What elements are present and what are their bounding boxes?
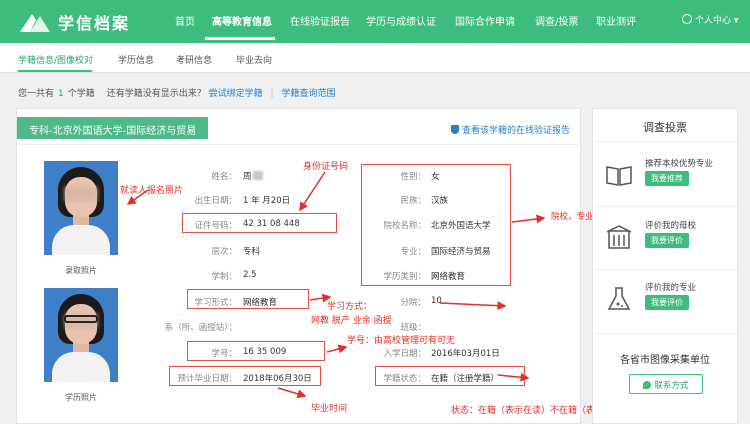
view-verification-report-link[interactable]: 查看该学籍的在线验证报告 [450,123,570,136]
user-icon [682,14,692,24]
nav-survey[interactable]: 调查/投票 [535,13,578,28]
field-value-birthdate: 1 年 月20日 [243,196,291,206]
annotation-student-no: 学号：由高校管理可有可无 [347,336,456,346]
subnav-destination[interactable]: 毕业去向 [236,53,272,66]
summary-suffix: 个学籍 [67,89,95,99]
nav-online-verification[interactable]: 在线验证报告 [290,13,350,28]
sidebar-title: 调查投票 [643,121,687,134]
book-icon [606,166,632,186]
rate-school-button[interactable]: 我要评价 [645,233,689,248]
logo-mark-icon [20,14,50,32]
annotation-box-id [182,213,337,233]
location-icon [643,381,652,389]
summary-question: 还有学籍没有显示出来？ [106,89,206,99]
subnav-student-status[interactable]: 学籍信息/图像校对 [18,53,93,66]
vote-item-rate-major: 评价我的专业 我要评价 [605,279,729,323]
annotation-id-number: 身份证号码 [303,162,349,172]
annotation-photo: 就读人报名照片 [120,186,184,196]
field-value-duration: 2.5 [243,270,257,280]
vote-item-recommend-major: 推荐本校优势专业 我要推荐 [605,155,729,199]
summary-separator: | [270,89,274,99]
field-label-enrollment-date: 入学日期： [383,349,426,359]
contact-button[interactable]: 联系方式 [629,374,703,394]
nav-international[interactable]: 国际合作申请 [455,13,515,28]
building-icon [606,225,632,249]
field-label-duration: 学制： [211,272,237,282]
card-header: 专科-北京外国语大学-国际经济与贸易 查看该学籍的在线验证报告 [17,109,582,145]
summary-count: 1 [58,89,64,99]
top-nav: 学信档案 首页 高等教育信息 在线验证报告 学历与成绩认证 国际合作申请 调查/… [0,0,750,43]
subnav-degree-info[interactable]: 学历信息 [118,53,154,66]
vote-item-rate-school: 评价我的母校 我要评价 [605,217,729,261]
nav-degree-certification[interactable]: 学历与成绩认证 [366,13,436,28]
field-label-birthdate: 出生日期： [194,196,237,206]
user-center-menu[interactable]: 个人中心 ▾ [682,13,738,26]
brand-name: 学信档案 [58,14,131,33]
annotation-box-status [375,366,525,386]
field-value-level: 专科 [243,247,261,257]
bind-status-link[interactable]: 尝试绑定学籍 [209,89,263,99]
rate-major-button[interactable]: 我要评价 [645,295,689,310]
verify-link-label: 查看该学籍的在线验证报告 [461,126,570,136]
survey-sidebar: 调查投票 推荐本校优势专业 我要推荐 评价我的母校 我要评价 评价我的专业 我要… [592,108,738,424]
annotation-study-form-types: 网教 脱产 业余 函授 [311,316,392,326]
annotation-graduation: 毕业时间 [311,404,348,414]
query-scope-link[interactable]: 学籍查询范围 [281,89,335,99]
annotation-box-study-form [187,289,309,309]
field-label-name: 姓名： [211,172,237,182]
image-collection-title: 各省市图像采集单位 [620,355,710,366]
summary-prefix: 您一共有 [18,89,55,99]
student-status-card: 专科-北京外国语大学-国际经济与贸易 查看该学籍的在线验证报告 录取照片 学历照… [16,108,636,424]
card-title: 专科-北京外国语大学-国际经济与贸易 [17,117,209,139]
nav-higher-education[interactable]: 高等教育信息 [212,13,272,28]
recommend-button[interactable]: 我要推荐 [645,171,689,186]
vote-item-text: 评价我的专业 [645,283,697,293]
nav-home[interactable]: 首页 [175,13,195,28]
field-label-class: 班级： [400,323,426,333]
nav-active-indicator [205,37,275,40]
user-center-label: 个人中心 ▾ [695,16,739,26]
field-label-department: 系（所、函授站）： [164,323,237,333]
annotation-box-student-no [187,341,325,361]
field-value-enrollment-date: 2016年03月01日 [431,349,500,359]
subnav-postgrad-info[interactable]: 考研信息 [176,53,212,66]
shield-icon [450,125,459,134]
graduation-photo-caption: 学历照片 [65,393,97,402]
nav-career-test[interactable]: 职业测评 [596,13,636,28]
contact-button-label: 联系方式 [654,381,689,391]
annotation-study-form: 学习方式： [327,302,373,312]
field-label-level: 层次： [211,247,237,257]
brand-logo[interactable]: 学信档案 [18,8,128,36]
vote-item-text: 评价我的母校 [645,221,697,231]
field-value-branch: 10 [431,296,442,306]
admission-photo [44,161,118,255]
vote-item-text: 推荐本校优势专业 [645,159,714,169]
field-value-name: 周 [243,170,264,182]
annotation-box-school [361,164,511,286]
graduation-photo [44,288,118,382]
student-status-summary: 您一共有 1 个学籍 还有学籍没有显示出来？ 尝试绑定学籍 | 学籍查询范围 [18,86,335,99]
field-label-branch: 分院： [400,298,426,308]
admission-photo-caption: 录取照片 [65,266,97,275]
flask-icon [607,287,631,310]
sub-nav: 学籍信息/图像校对 学历信息 考研信息 毕业去向 [0,43,750,73]
annotation-box-graduation [169,366,321,386]
subnav-active-indicator [18,70,92,72]
